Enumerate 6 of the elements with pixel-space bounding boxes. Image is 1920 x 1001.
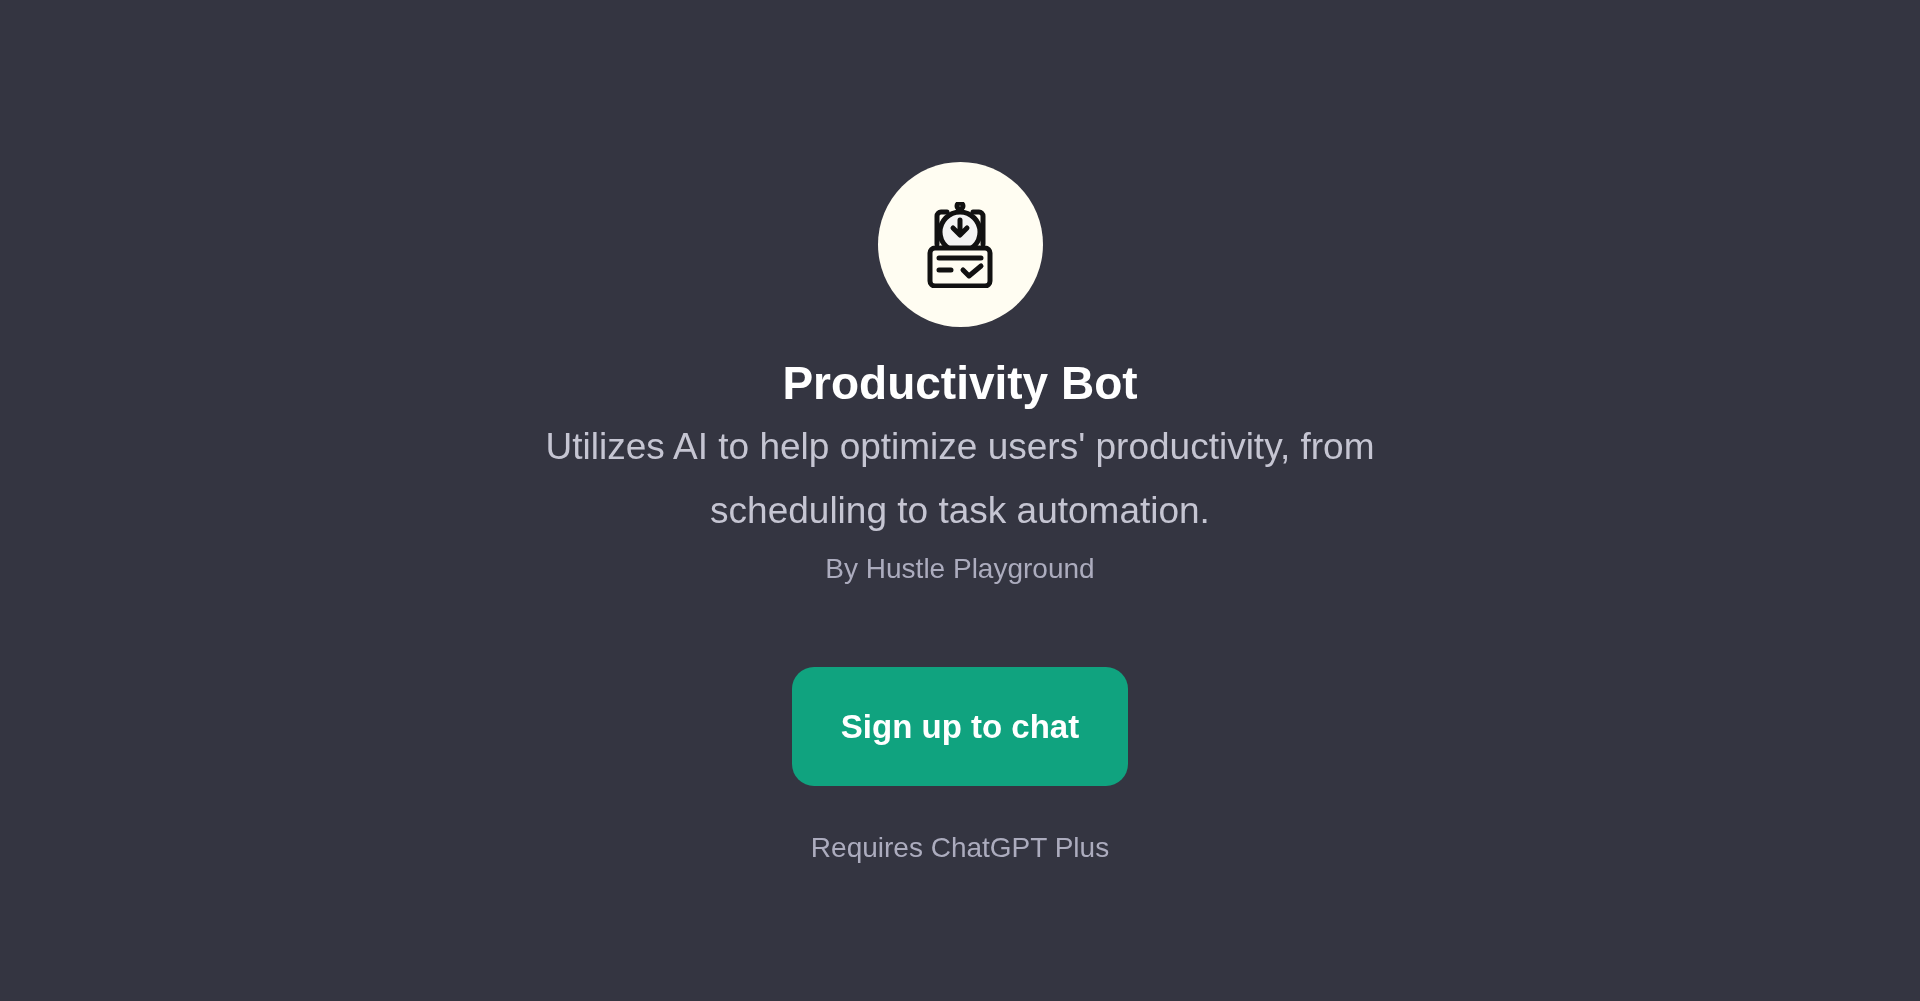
signup-button[interactable]: Sign up to chat xyxy=(792,667,1128,786)
gpt-description: Utilizes AI to help optimize users' productivity, from scheduling to task automation. xyxy=(544,425,1376,533)
author-text: By Hustle Playground xyxy=(825,552,1095,586)
requirement-note: Requires ChatGPT Plus xyxy=(810,831,1110,865)
gpt-title: Productivity Bot xyxy=(782,356,1138,411)
stopwatch-clipboard-icon xyxy=(927,201,993,288)
